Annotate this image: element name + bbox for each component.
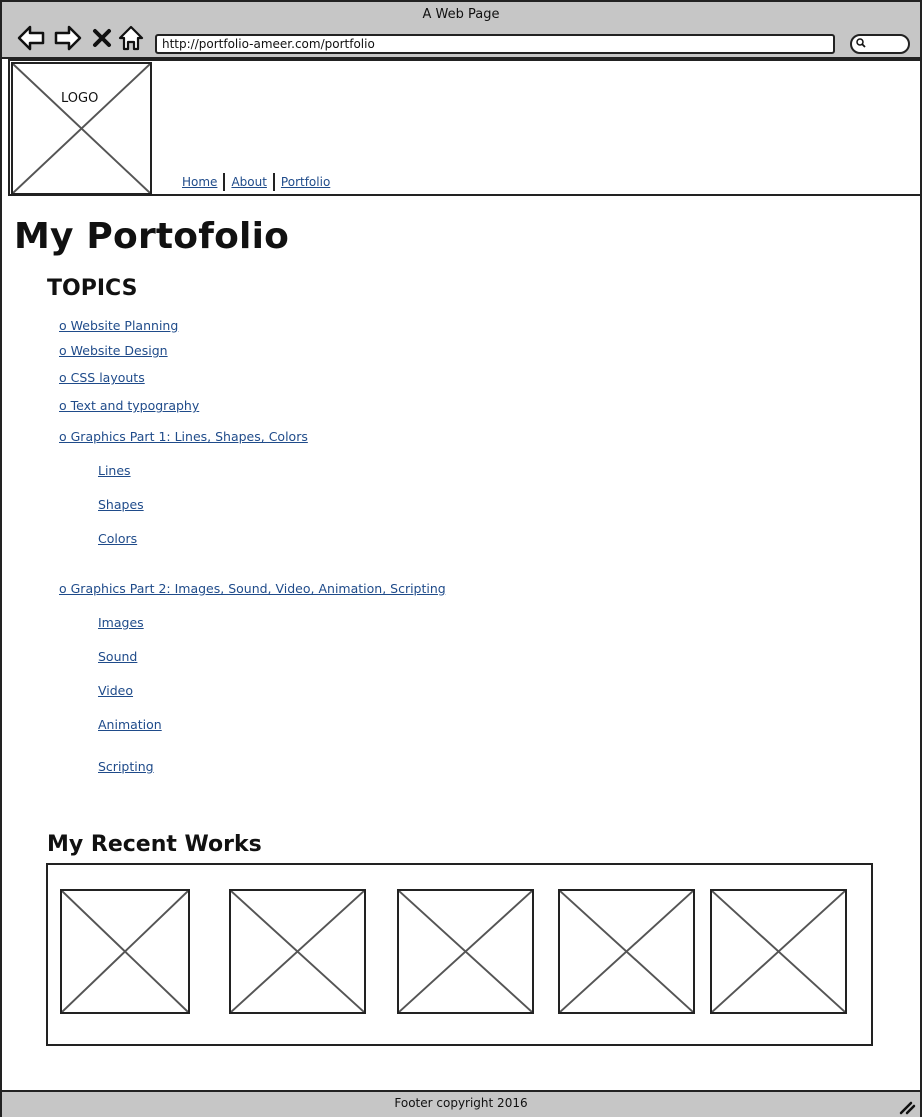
subtopic-link-video[interactable]: Video [98,683,133,698]
subtopic-link-images[interactable]: Images [98,615,144,630]
page-footer: Footer copyright 2016 [2,1090,920,1117]
work-thumbnail-5[interactable] [710,889,847,1014]
home-icon[interactable] [117,24,145,52]
work-thumbnail-1[interactable] [60,889,190,1014]
browser-titlebar: A Web Page http://portfolio-ameer.com/po… [2,2,920,59]
topic-link-graphics-part-2[interactable]: o Graphics Part 2: Images, Sound, Video,… [59,581,446,596]
logo-text: LOGO [61,91,99,106]
site-header: LOGO Home About Portfolio [8,59,922,196]
page-title: My Portofolio [14,216,290,257]
forward-arrow-icon[interactable] [53,24,83,52]
topic-link-website-planning[interactable]: o Website Planning [59,318,178,333]
search-field[interactable] [850,34,910,54]
subtopic-link-animation[interactable]: Animation [98,717,162,732]
topic-link-text-typography[interactable]: o Text and typography [59,398,199,413]
topics-heading: TOPICS [47,276,138,301]
work-thumbnail-3[interactable] [397,889,534,1014]
search-icon [856,38,866,48]
subtopic-link-lines[interactable]: Lines [98,463,131,478]
browser-window: A Web Page http://portfolio-ameer.com/po… [0,0,922,1117]
subtopic-link-sound[interactable]: Sound [98,649,137,664]
subtopic-link-shapes[interactable]: Shapes [98,497,144,512]
topic-link-website-design[interactable]: o Website Design [59,343,168,358]
subtopic-link-scripting[interactable]: Scripting [98,759,154,774]
work-thumbnail-4[interactable] [558,889,695,1014]
work-thumbnail-2[interactable] [229,889,366,1014]
nav-link-about[interactable]: About [225,175,272,189]
logo-placeholder: LOGO [11,62,152,195]
topic-link-css-layouts[interactable]: o CSS layouts [59,370,145,385]
footer-text: Footer copyright 2016 [394,1096,528,1110]
nav-link-home[interactable]: Home [176,175,223,189]
resize-grip-icon[interactable] [898,1099,916,1115]
close-x-icon[interactable] [91,24,113,52]
topic-link-graphics-part-1[interactable]: o Graphics Part 1: Lines, Shapes, Colors [59,429,308,444]
window-title: A Web Page [422,7,500,22]
subtopic-link-colors[interactable]: Colors [98,531,137,546]
back-arrow-icon[interactable] [16,24,46,52]
address-bar[interactable]: http://portfolio-ameer.com/portfolio [155,34,835,54]
main-nav: Home About Portfolio [176,173,336,191]
nav-link-portfolio[interactable]: Portfolio [275,175,336,189]
recent-works-heading: My Recent Works [47,832,262,857]
